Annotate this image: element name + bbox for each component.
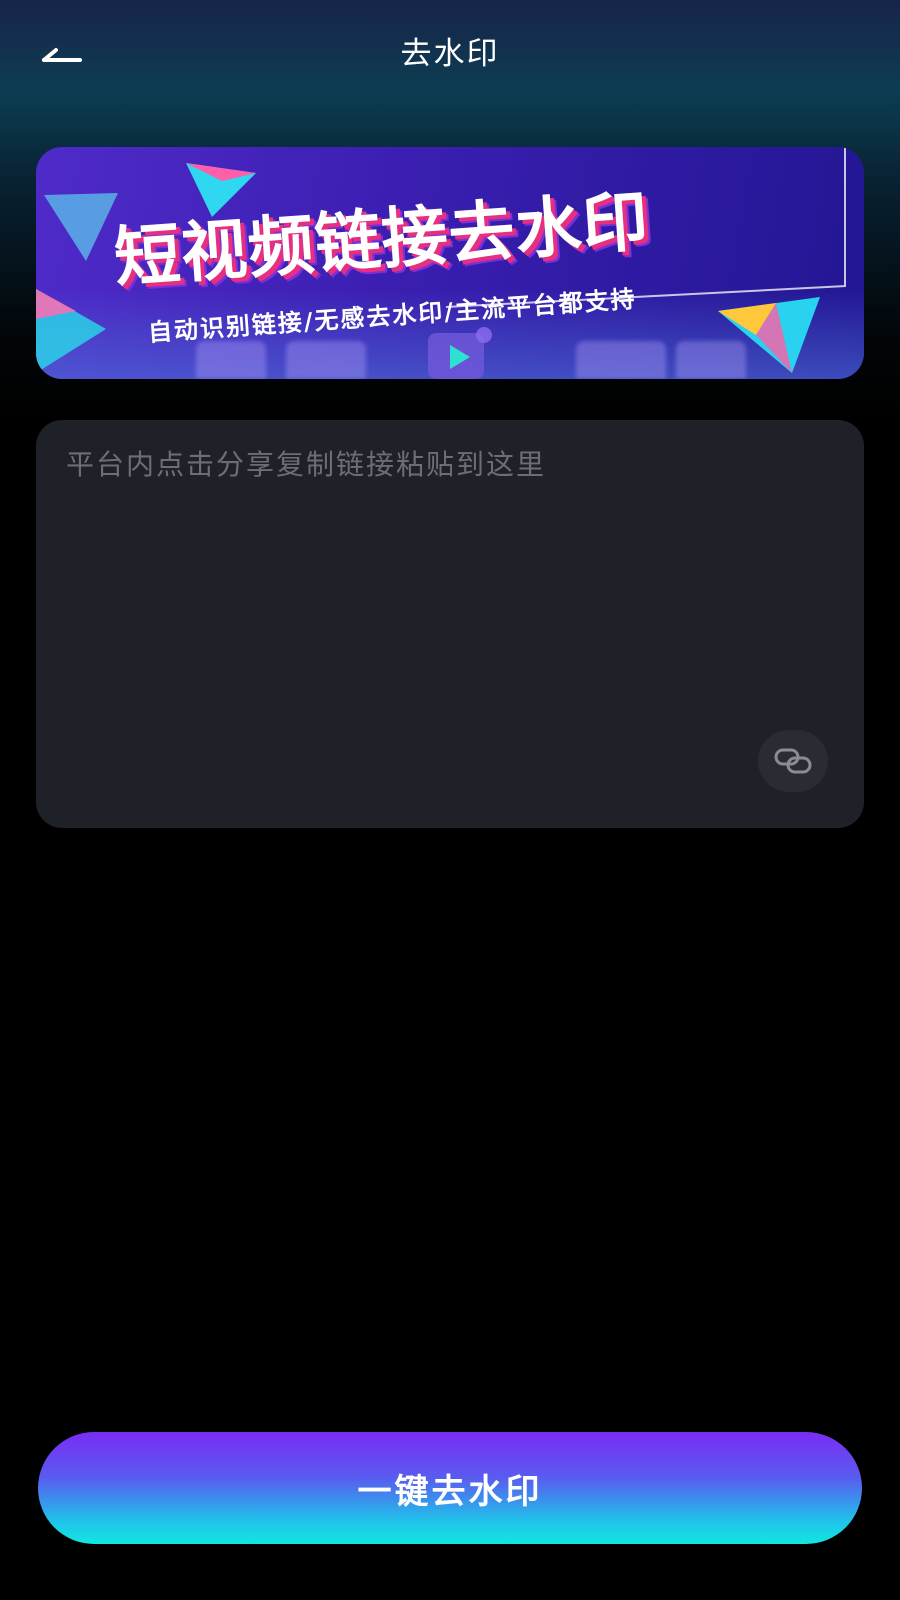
triangle-decoration-icon (44, 193, 118, 261)
paste-link-button[interactable] (758, 730, 828, 792)
banner-blur-block (286, 341, 366, 379)
page-title: 去水印 (400, 36, 500, 72)
triangle-decoration-icon (36, 289, 106, 373)
triangle-decoration-icon (718, 297, 820, 373)
promo-banner: 短视频链接去水印 自动识别链接/无感去水印/主流平台都支持 (36, 147, 864, 379)
link-icon (774, 748, 812, 774)
top-bar: 去水印 (0, 0, 900, 110)
link-input[interactable] (64, 442, 838, 766)
banner-blur-block (196, 341, 266, 379)
link-input-box (36, 420, 864, 828)
remove-watermark-button[interactable]: 一键去水印 (38, 1432, 862, 1544)
watermark-remover-screen: 去水印 短视频链接去水印 自动识别链接/无感去水印/主流平台都支持 平台内点击分… (0, 0, 900, 1600)
video-play-icon (428, 327, 492, 379)
banner-blur-block (576, 341, 666, 379)
